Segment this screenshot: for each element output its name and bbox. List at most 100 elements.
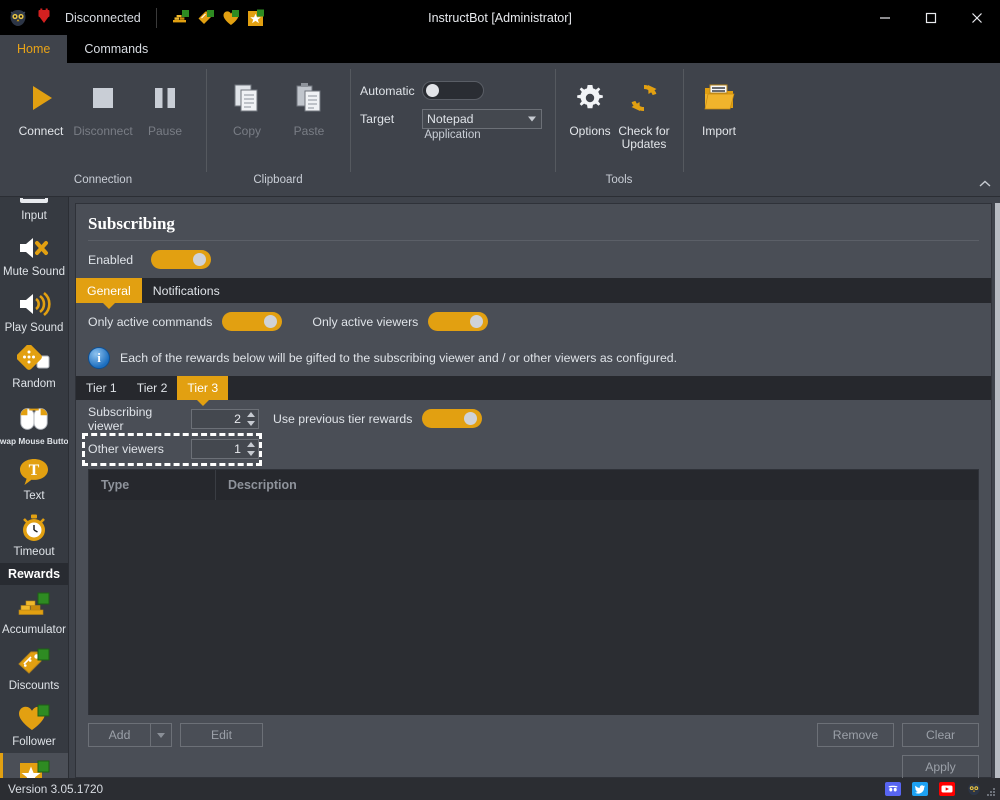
stepper-up-icon[interactable] [247, 411, 255, 417]
follower-heart-icon [17, 702, 51, 734]
discounts-tag-icon [17, 646, 51, 678]
discord-icon[interactable] [885, 782, 901, 796]
subscribing-viewer-label: Subscribing viewer [88, 404, 153, 433]
maximize-button[interactable] [908, 0, 954, 35]
social-icons [885, 782, 982, 796]
accumulator-icon [17, 590, 51, 622]
apply-button[interactable]: Apply [902, 755, 979, 779]
sidebar-item-label: Input [21, 210, 47, 222]
tab-tier-1[interactable]: Tier 1 [76, 376, 127, 400]
tab-tier-3[interactable]: Tier 3 [177, 376, 229, 400]
copy-button[interactable]: Copy [216, 67, 278, 138]
sidebar-item-input[interactable]: Input [0, 197, 68, 227]
quick-discounts-icon[interactable] [197, 9, 215, 27]
sidebar-item-follower[interactable]: Follower [0, 697, 68, 753]
tab-home[interactable]: Home [0, 35, 68, 63]
column-header-type[interactable]: Type [89, 470, 216, 500]
info-bar: i Each of the rewards below will be gift… [76, 340, 991, 376]
ribbon-group-tools: Options Check for Updates Tools [555, 63, 683, 196]
tab-general[interactable]: General [76, 278, 142, 303]
quick-accumulator-icon[interactable] [172, 9, 190, 27]
subscriber-star-icon [17, 758, 51, 778]
sidebar-item-random[interactable]: Random [0, 339, 68, 395]
info-icon: i [88, 347, 110, 369]
twitter-icon[interactable] [912, 782, 928, 796]
subscribing-viewer-stepper[interactable]: 2 [191, 408, 259, 429]
stepper-up-icon[interactable] [247, 441, 255, 447]
check-for-updates-label: Check for Updates [618, 124, 670, 151]
enabled-toggle[interactable] [151, 250, 212, 269]
info-text: Each of the rewards below will be gifted… [120, 351, 678, 365]
clear-button[interactable]: Clear [902, 723, 979, 747]
only-active-viewers-toggle[interactable] [428, 312, 489, 331]
close-button[interactable] [954, 0, 1000, 35]
sidebar-item-swap-mouse-button[interactable]: Swap Mouse Button [0, 395, 68, 451]
stepper-arrows[interactable] [247, 411, 255, 426]
collapse-ribbon-button[interactable] [978, 178, 992, 192]
sidebar-item-accumulator[interactable]: Accumulator [0, 585, 68, 641]
youtube-icon[interactable] [939, 782, 955, 796]
sidebar-item-discounts[interactable]: Discounts [0, 641, 68, 697]
instructbot-owl-icon [8, 8, 28, 28]
ribbon-group-title-connection: Connection [73, 174, 133, 186]
action-button-bar: Add Edit Remove Clear Apply [76, 715, 991, 779]
sidebar-section-rewards: Rewards [0, 563, 68, 585]
stepper-arrows[interactable] [247, 441, 255, 456]
only-active-commands-label: Only active commands [88, 314, 213, 329]
main-scrollbar[interactable] [995, 203, 1000, 778]
rewards-list-header: Type Description [89, 470, 978, 500]
play-sound-icon [17, 288, 51, 320]
target-row: Target Notepad [360, 109, 545, 129]
edit-button[interactable]: Edit [180, 723, 263, 747]
viewer-count-area: Subscribing viewer 2 Use previous tier r… [76, 400, 991, 469]
folder-icon [703, 77, 735, 119]
instructbot-owl-icon[interactable] [966, 782, 982, 796]
ribbon-group-connection: Connect Disconnect Pause Connection [0, 63, 206, 196]
sidebar-item-label: Timeout [13, 546, 55, 558]
tab-notifications[interactable]: Notifications [142, 278, 231, 303]
sidebar-item-text[interactable]: T Text [0, 451, 68, 507]
other-viewers-label: Other viewers [88, 441, 164, 456]
quick-follower-icon[interactable] [222, 9, 240, 27]
check-for-updates-button[interactable]: Check for Updates [615, 67, 673, 151]
main-content: Subscribing Enabled General Notification… [69, 197, 1000, 779]
minimize-button[interactable] [862, 0, 908, 35]
ribbon: Connect Disconnect Pause Connection Copy… [0, 63, 1000, 197]
only-active-commands-toggle[interactable] [222, 312, 283, 331]
column-header-description[interactable]: Description [216, 470, 978, 500]
connect-button[interactable]: Connect [10, 67, 72, 138]
toolbar-divider [155, 7, 157, 28]
random-dice-icon [17, 344, 51, 376]
paste-button[interactable]: Paste [278, 67, 340, 138]
automatic-toggle[interactable] [422, 81, 484, 100]
sidebar-item-subscriber[interactable]: Subscriber [0, 753, 68, 778]
options-row: Only active commands Only active viewers [76, 303, 991, 340]
copy-label: Copy [232, 124, 261, 138]
use-previous-tier-rewards-toggle[interactable] [422, 409, 483, 428]
stepper-down-icon[interactable] [247, 450, 255, 456]
resize-grip[interactable] [987, 788, 997, 798]
mute-sound-icon [17, 232, 51, 264]
import-button[interactable]: Import [693, 67, 745, 138]
options-button[interactable]: Options [565, 67, 615, 138]
sidebar-item-mute-sound[interactable]: Mute Sound [0, 227, 68, 283]
stepper-down-icon[interactable] [247, 420, 255, 426]
add-dropdown-button[interactable] [150, 723, 172, 747]
sidebar: Input Mute Sound Play Sound Random wap M… [0, 197, 69, 778]
quick-subscriber-icon[interactable] [247, 9, 265, 27]
remove-button[interactable]: Remove [817, 723, 894, 747]
tab-tier-2[interactable]: Tier 2 [127, 376, 178, 400]
sidebar-item-play-sound[interactable]: Play Sound [0, 283, 68, 339]
other-viewers-row: Other viewers 1 [88, 436, 979, 461]
sidebar-item-timeout[interactable]: Timeout [0, 507, 68, 563]
add-button[interactable]: Add [88, 723, 150, 747]
disconnect-button[interactable]: Disconnect [72, 67, 134, 138]
pause-button[interactable]: Pause [134, 67, 196, 138]
ribbon-group-clipboard: Copy Paste Clipboard [206, 63, 350, 196]
add-split-button[interactable]: Add [88, 723, 172, 747]
other-viewers-stepper[interactable]: 1 [191, 438, 259, 459]
rewards-list-body[interactable] [89, 500, 978, 715]
target-dropdown[interactable]: Notepad [422, 109, 542, 129]
subscribing-viewer-row: Subscribing viewer 2 Use previous tier r… [88, 404, 979, 433]
tab-commands[interactable]: Commands [67, 35, 165, 63]
